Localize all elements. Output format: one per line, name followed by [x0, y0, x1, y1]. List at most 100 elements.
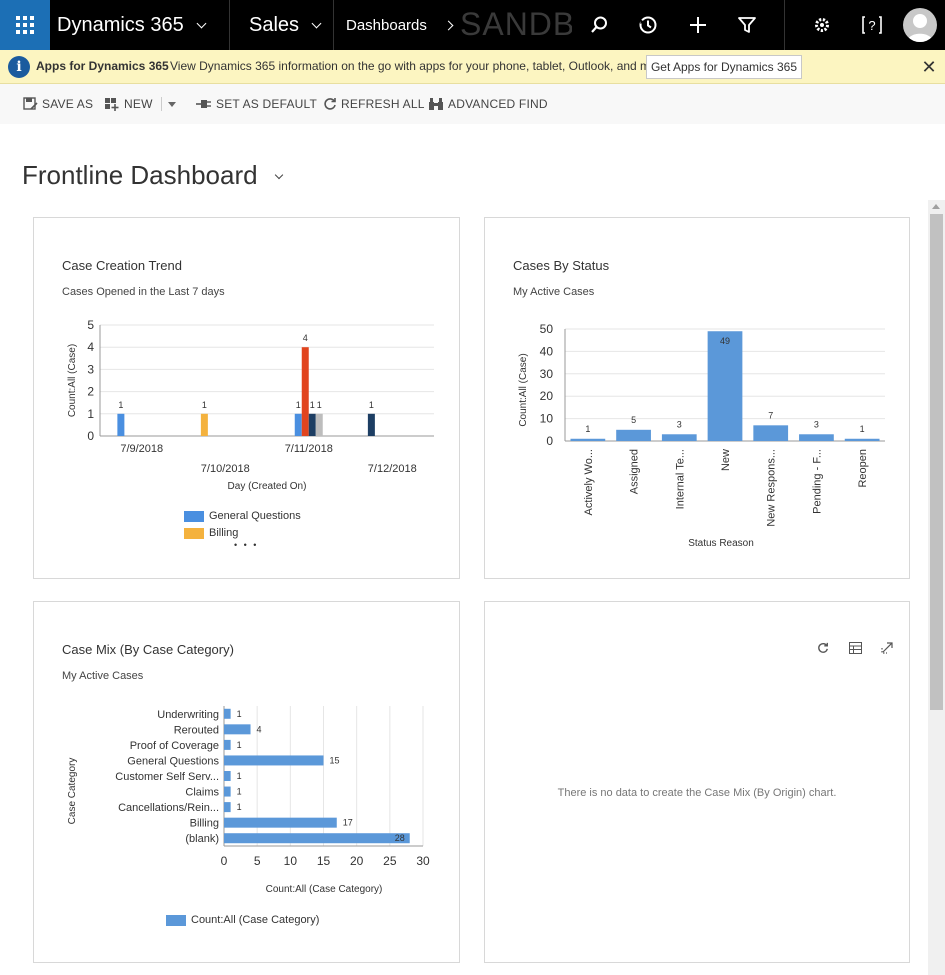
y-axis-title: Case Category: [67, 758, 78, 825]
save-as-button[interactable]: SAVE AS: [23, 84, 93, 124]
x-tick-label: 5: [254, 854, 261, 868]
chart-title: Case Creation Trend: [62, 258, 182, 273]
x-tick-label: 25: [383, 854, 397, 868]
vertical-scrollbar[interactable]: [928, 200, 945, 975]
app-switcher[interactable]: Dynamics 365: [57, 0, 207, 50]
bar: [844, 438, 880, 441]
legend-label: Billing: [209, 527, 239, 539]
x-tick-label: Actively Wo...: [583, 449, 595, 515]
scrollbar-thumb[interactable]: [930, 214, 943, 710]
y-tick-label: 5: [87, 318, 94, 332]
legend-swatch: [184, 510, 204, 522]
y-tick-label: 0: [546, 434, 553, 448]
y-tick-label: Cancellations/Rein...: [118, 802, 219, 814]
chart-case-creation-trend[interactable]: 0 1 2 3 4 5 7/9/2018 7/10/2018 7/11/2018 7/12/201…: [34, 290, 461, 580]
data-label: 3: [814, 419, 819, 429]
x-tick-label: 7/10/2018: [201, 463, 250, 475]
refresh-icon[interactable]: [807, 642, 839, 657]
add-icon[interactable]: [673, 0, 723, 50]
y-tick-label: Proof of Coverage: [130, 740, 219, 752]
legend-item[interactable]: Count:All (Case Category): [166, 914, 319, 926]
bar: [224, 802, 231, 813]
y-tick-label: 10: [540, 412, 554, 426]
legend-item[interactable]: General Questions: [184, 510, 301, 522]
chart-case-mix-category[interactable]: 0 5 10 15 20 25 30 Underwriting 1 Rerouted 4 Proof …: [34, 697, 461, 942]
recent-icon[interactable]: [623, 0, 673, 50]
refresh-all-label: REFRESH ALL: [341, 97, 425, 111]
filter-icon[interactable]: [722, 0, 772, 50]
refresh-all-button[interactable]: REFRESH ALL: [323, 84, 425, 124]
x-tick-label: New Respons...: [766, 449, 778, 527]
command-bar: SAVE AS NEW SET AS DEFAULT REFRESH ALL A…: [0, 84, 945, 124]
advanced-find-button[interactable]: ADVANCED FIND: [428, 84, 548, 124]
bar: [315, 413, 323, 436]
new-label: NEW: [124, 97, 153, 111]
close-icon[interactable]: ✕: [918, 56, 940, 78]
data-label: 15: [330, 755, 340, 765]
search-icon[interactable]: [574, 0, 624, 50]
set-as-default-button[interactable]: SET AS DEFAULT: [196, 84, 317, 124]
breadcrumb[interactable]: Dashboards: [346, 0, 454, 50]
x-tick-label: Reopen: [857, 449, 869, 488]
bar: [224, 833, 410, 844]
set-as-default-label: SET AS DEFAULT: [216, 97, 318, 111]
view-records-icon[interactable]: [839, 642, 871, 657]
data-label: 1: [237, 802, 242, 812]
new-button[interactable]: NEW: [104, 84, 153, 124]
y-axis-title: Count:All (Case): [67, 344, 78, 417]
chart-subtitle: My Active Cases: [513, 286, 595, 298]
x-tick-label: 7/9/2018: [120, 443, 163, 455]
scroll-up-arrow-icon[interactable]: [932, 204, 940, 209]
waffle-icon[interactable]: [0, 0, 50, 50]
new-dropdown[interactable]: [168, 84, 176, 124]
bar: [570, 438, 606, 441]
card-case-mix-origin: There is no data to create the Case Mix …: [484, 601, 910, 963]
data-label: 3: [677, 419, 682, 429]
legend-label: Count:All (Case Category): [191, 914, 320, 926]
save-as-label: SAVE AS: [42, 97, 94, 111]
save-as-icon: [23, 97, 38, 110]
notification-message: View Dynamics 365 information on the go …: [170, 59, 671, 73]
settings-icon[interactable]: [797, 0, 847, 50]
data-label: 49: [720, 336, 730, 346]
x-tick-label: Internal Te...: [674, 449, 686, 509]
bar: [616, 429, 651, 441]
dashboard-selector[interactable]: Frontline Dashboard: [22, 160, 283, 191]
chart-subtitle: My Active Cases: [62, 670, 144, 682]
binoculars-icon: [429, 98, 443, 110]
page-title: Frontline Dashboard: [22, 160, 258, 190]
caret-down-icon: [168, 101, 176, 107]
x-tick-label: 30: [416, 854, 430, 868]
x-tick-label: 0: [221, 854, 228, 868]
data-label: 4: [303, 333, 308, 343]
chart-cases-by-status[interactable]: 0 10 20 30 40 50 1 Actively Wo... 5 Assigned 3 Inte…: [485, 313, 911, 578]
data-label: 5: [631, 415, 636, 425]
y-axis-title: Count:All (Case): [518, 353, 529, 426]
pin-icon: [196, 100, 211, 108]
help-icon[interactable]: ?: [847, 0, 897, 50]
environment-label: SANDBOX: [460, 6, 572, 42]
avatar[interactable]: [903, 8, 937, 42]
bar: [224, 739, 231, 750]
bar: [224, 708, 231, 719]
y-tick-label: 3: [87, 362, 94, 376]
get-apps-button[interactable]: Get Apps for Dynamics 365: [646, 55, 802, 79]
data-label: 1: [237, 709, 242, 719]
legend-more-button[interactable]: • • •: [234, 540, 258, 550]
data-label: 1: [237, 787, 242, 797]
area-name: Sales: [249, 13, 300, 36]
expand-icon[interactable]: [871, 642, 903, 657]
legend-label: General Questions: [209, 510, 301, 522]
bar: [308, 413, 316, 436]
data-label: 28: [395, 833, 405, 843]
y-tick-label: 4: [87, 340, 94, 354]
y-tick-label: Billing: [190, 818, 219, 830]
notification-title: Apps for Dynamics 365: [36, 59, 169, 73]
y-tick-label: Customer Self Serv...: [115, 771, 219, 783]
data-label: 1: [118, 400, 123, 410]
y-tick-label: 2: [87, 385, 94, 399]
area-switcher[interactable]: Sales: [249, 0, 322, 50]
data-label: 1: [369, 400, 374, 410]
chevron-down-icon: [196, 18, 207, 28]
legend-item[interactable]: Billing: [184, 527, 238, 539]
